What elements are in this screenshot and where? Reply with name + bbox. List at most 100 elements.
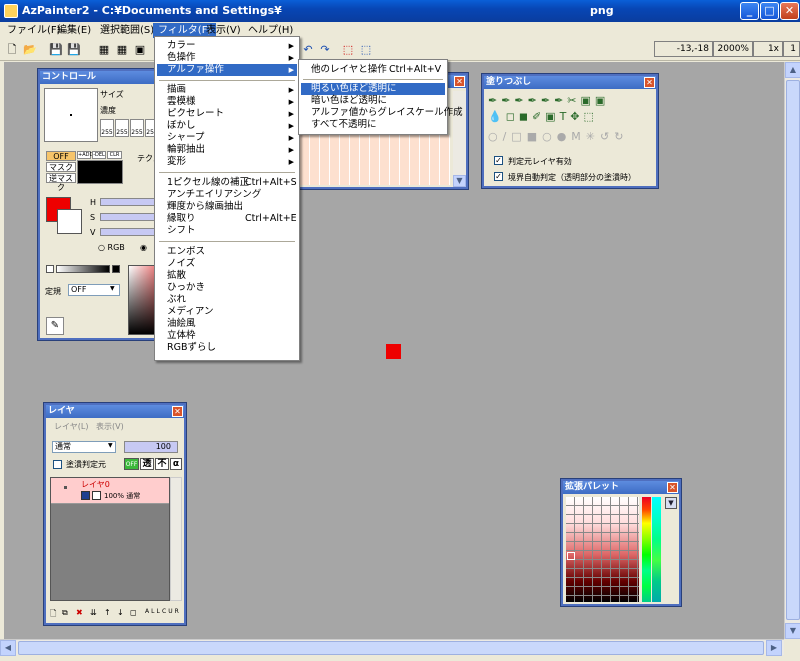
scroll-left-icon[interactable]: ◀: [0, 640, 16, 656]
opacity-slider[interactable]: 100: [124, 441, 178, 453]
submenu-item-other-layer[interactable]: 他のレイヤと操作 Ctrl+Alt+V: [301, 64, 445, 76]
menu-item-alpha-ops[interactable]: アルファ操作 ▶: [157, 64, 297, 76]
menu-item-clouds[interactable]: 雲模様 ▶: [157, 96, 297, 108]
menu-item-antialias[interactable]: アンチエイリアシング: [157, 189, 297, 201]
menu-item-motion-blur[interactable]: ぶれ: [157, 294, 297, 306]
check2-box[interactable]: ✓: [494, 172, 503, 181]
texture-panel-close-icon[interactable]: ✕: [454, 76, 465, 87]
alpha-button[interactable]: α: [170, 458, 182, 470]
view-menu[interactable]: 表示(V): [96, 421, 124, 432]
submenu-item-bright-transparent[interactable]: 明るい色ほど透明に: [301, 83, 445, 95]
mask-clear-button[interactable]: CLR: [107, 151, 122, 159]
horizontal-scroll-thumb[interactable]: [18, 641, 764, 655]
menu-item-color[interactable]: カラー ▶: [157, 40, 297, 52]
cur-button[interactable]: CUR: [162, 608, 181, 615]
menu-item-pixelate[interactable]: ピクセレート ▶: [157, 108, 297, 120]
new-file-icon[interactable]: 🗋: [4, 42, 20, 58]
layer-off-button[interactable]: OFF: [124, 458, 139, 470]
white-swatch[interactable]: [46, 265, 54, 273]
open-folder-icon[interactable]: 📂: [22, 42, 38, 58]
submenu-item-alpha-grayscale[interactable]: アルファ値からグレイスケール作成: [301, 107, 463, 119]
shape-tool-icons[interactable]: ○/□■○●M✳↺↻: [488, 130, 654, 146]
menu-item-diffuse[interactable]: 拡散: [157, 270, 297, 282]
menu-item-rgb-shift[interactable]: RGBずらし: [157, 342, 297, 354]
maximize-button[interactable]: □: [760, 2, 779, 20]
eyedropper-icon[interactable]: ✎: [46, 317, 64, 335]
mask-color-swatch[interactable]: [77, 160, 123, 184]
texture-scrollbar[interactable]: ▼: [453, 91, 466, 187]
layer-panel-close-icon[interactable]: ✕: [172, 406, 183, 417]
transparent-lock-button[interactable]: 透: [140, 458, 154, 470]
palette-menu-chevron-icon[interactable]: ▼: [665, 497, 677, 509]
menu-item-shift[interactable]: シフト: [157, 225, 297, 237]
menu-item-oil-paint[interactable]: 油絵風: [157, 318, 297, 330]
menu-item-sharpen[interactable]: シャープ ▶: [157, 132, 297, 144]
layer-visible-icon[interactable]: [81, 491, 90, 500]
select-all-icon[interactable]: ⬚: [340, 42, 356, 58]
rgb-value-1[interactable]: 255: [100, 119, 114, 137]
hue-bar-2[interactable]: [652, 497, 661, 602]
rgb-radio[interactable]: ○ RGB: [98, 243, 125, 252]
menu-item-emboss[interactable]: エンボス: [157, 246, 297, 258]
vertical-scroll-thumb[interactable]: [786, 80, 800, 620]
fill-tool-icons[interactable]: ✒✒✒✒✒✒✂▣▣ 💧◻◼✐▣T✥⬚: [488, 93, 654, 129]
undo-icon[interactable]: ↶: [300, 42, 316, 58]
submenu-item-all-opaque[interactable]: すべて不透明に: [301, 119, 445, 131]
layer-row[interactable]: レイヤ0 100% 通常: [51, 478, 169, 504]
hue-bar-1[interactable]: [642, 497, 651, 602]
gray-gradient[interactable]: [56, 265, 110, 273]
save-icon[interactable]: 💾: [48, 42, 64, 58]
menu-item-transform[interactable]: 変形 ▶: [157, 156, 297, 168]
vertical-scrollbar[interactable]: ▲ ▼: [784, 62, 800, 639]
layer-scrollbar[interactable]: [170, 477, 182, 601]
menu-item-outline[interactable]: 縁取り Ctrl+Alt+E: [157, 213, 297, 225]
palette-grid[interactable]: [566, 497, 639, 602]
fill-panel-close-icon[interactable]: ✕: [644, 77, 655, 88]
menu-item-blur[interactable]: ぼかし ▶: [157, 120, 297, 132]
layout-icon[interactable]: ▦: [96, 42, 112, 58]
menu-item-edge[interactable]: 輪郭抽出 ▶: [157, 144, 297, 156]
scroll-right-icon[interactable]: ▶: [766, 640, 782, 656]
delete-layer-icon[interactable]: ✖: [76, 608, 85, 617]
mask-del-button[interactable]: -DEL: [92, 151, 106, 159]
save-as-icon[interactable]: 💾: [66, 42, 82, 58]
all-button[interactable]: ALL: [145, 608, 162, 615]
menu-item-median[interactable]: メディアン: [157, 306, 297, 318]
check1-box[interactable]: ✓: [494, 156, 503, 165]
menu-item-scratch[interactable]: ひっかき: [157, 282, 297, 294]
clear-layer-icon[interactable]: ◻: [130, 608, 139, 617]
scroll-down-icon[interactable]: ▼: [785, 623, 800, 639]
layout-alt-icon[interactable]: ▦: [114, 42, 130, 58]
horizontal-scrollbar[interactable]: ◀ ▶: [0, 639, 784, 656]
menu-item-line-extract[interactable]: 輝度から線画抽出: [157, 201, 297, 213]
menu-item-color-ops[interactable]: 色操作 ▶: [157, 52, 297, 64]
texture-grid[interactable]: [300, 135, 450, 185]
hsv-radio[interactable]: ◉: [140, 243, 147, 252]
scroll-up-icon[interactable]: ▲: [785, 62, 800, 78]
menu-item-3d-frame[interactable]: 立体枠: [157, 330, 297, 342]
move-down-icon[interactable]: ↓: [117, 608, 126, 617]
fill-source-checkbox[interactable]: [53, 460, 62, 469]
mask-add-button[interactable]: +ADD: [77, 151, 93, 159]
submenu-item-dark-transparent[interactable]: 暗い色ほど透明に: [301, 95, 445, 107]
menu-item-draw[interactable]: 描画 ▶: [157, 84, 297, 96]
palette-panel-close-icon[interactable]: ✕: [667, 482, 678, 493]
menu-edit[interactable]: 編集(E): [52, 23, 96, 38]
menu-selection[interactable]: 選択範囲(S): [95, 23, 159, 38]
rgb-value-2[interactable]: 255: [115, 119, 129, 137]
move-up-icon[interactable]: ↑: [104, 608, 113, 617]
rgb-value-3[interactable]: 255: [130, 119, 144, 137]
mask-off-button[interactable]: OFF: [46, 151, 76, 161]
mask-button[interactable]: マスク: [46, 162, 76, 172]
copy-layer-icon[interactable]: ⧉: [62, 608, 70, 618]
new-layer-icon[interactable]: 🗋: [50, 608, 58, 622]
reverse-mask-button[interactable]: 逆マスク: [46, 173, 76, 192]
layer-lock-icon[interactable]: [92, 491, 101, 500]
texture-scroll-down-icon[interactable]: ▼: [453, 175, 466, 187]
black-swatch[interactable]: [112, 265, 120, 273]
menu-item-noise[interactable]: ノイズ: [157, 258, 297, 270]
merge-layer-icon[interactable]: ⇊: [90, 608, 99, 617]
minimize-button[interactable]: _: [740, 2, 759, 20]
blend-mode-select[interactable]: 通常: [52, 441, 116, 453]
close-button[interactable]: ✕: [780, 2, 799, 20]
